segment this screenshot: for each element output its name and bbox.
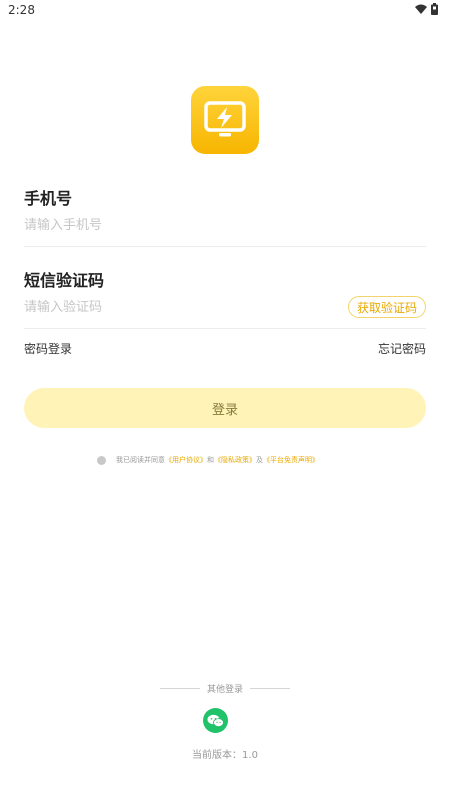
version-text: 当前版本：1.0 xyxy=(192,750,258,761)
get-code-button[interactable]: 获取验证码 xyxy=(348,296,426,318)
status-bar: 2:28 xyxy=(0,0,450,22)
phone-input[interactable] xyxy=(24,212,324,238)
wifi-icon xyxy=(415,4,427,14)
battery-icon xyxy=(431,3,438,15)
login-button[interactable]: 登录 xyxy=(24,388,426,428)
agreement-checkbox[interactable] xyxy=(97,455,106,465)
phone-label: 手机号 xyxy=(24,189,73,208)
wechat-icon xyxy=(207,714,224,727)
status-icons xyxy=(415,3,438,15)
other-login-line-right xyxy=(249,687,290,689)
wechat-login-button[interactable] xyxy=(203,708,228,733)
power-monitor-icon xyxy=(204,101,246,137)
phone-divider xyxy=(24,246,426,247)
other-login-label: 其他登录 xyxy=(206,684,243,695)
agreement-and2: 及 xyxy=(256,456,263,464)
disclaimer-link[interactable]: 《平台免责声明》 xyxy=(263,455,319,465)
user-agreement-link[interactable]: 《用户协议》 xyxy=(165,455,207,465)
password-login-link[interactable]: 密码登录 xyxy=(24,340,72,357)
forgot-password-link[interactable]: 忘记密码 xyxy=(378,340,426,357)
agreement: 我已阅读并同意 《用户协议》 和 《隐私政策》 及 《平台免责声明》 xyxy=(97,454,319,466)
privacy-policy-link[interactable]: 《隐私政策》 xyxy=(214,455,256,465)
status-time: 2:28 xyxy=(8,3,35,17)
agreement-prefix: 我已阅读并同意 xyxy=(116,456,165,464)
other-login-line-left xyxy=(160,687,200,689)
code-input[interactable] xyxy=(24,294,324,320)
code-divider xyxy=(24,328,426,329)
code-label: 短信验证码 xyxy=(24,271,105,290)
agreement-and: 和 xyxy=(207,456,214,464)
other-login-row: 其他登录 xyxy=(160,681,290,695)
app-logo xyxy=(191,86,259,154)
